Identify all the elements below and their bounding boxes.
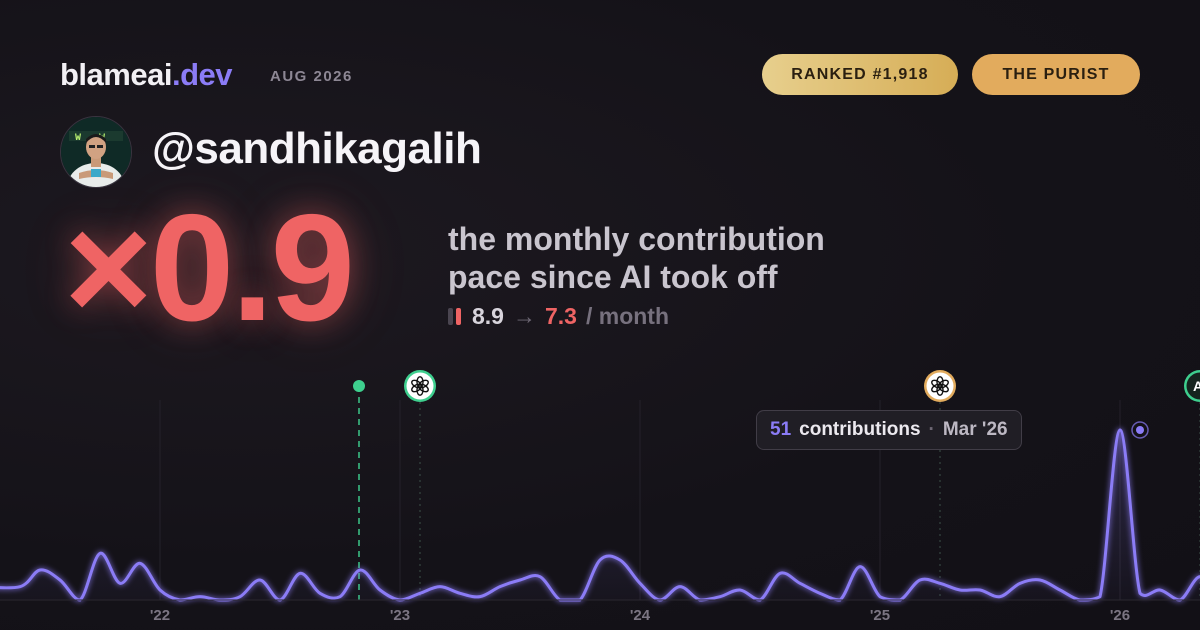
tooltip-separator: ·	[928, 419, 935, 440]
openai-icon[interactable]	[404, 370, 436, 402]
mini-bars-icon	[448, 308, 461, 325]
pace-comparison: 8.9 → 7.3 / month	[448, 303, 669, 330]
pace-unit: / month	[585, 303, 670, 329]
x-tick-label: '25	[870, 607, 890, 624]
report-date: AUG 2026	[270, 68, 353, 85]
highlight-point[interactable]	[1136, 426, 1144, 434]
ai-takeoff-dot	[353, 380, 365, 392]
x-tick-label: '23	[390, 607, 410, 624]
contribution-area	[0, 429, 1200, 600]
tooltip-label: contributions	[799, 419, 921, 440]
x-tick-label: '22	[150, 607, 170, 624]
headline-line-1: the monthly contribution	[448, 221, 825, 257]
x-tick-label: '26	[1110, 607, 1130, 624]
brand-name: blameai	[60, 57, 172, 92]
anthropic-icon[interactable]: A\	[1184, 370, 1200, 402]
anthropic-label: A\	[1193, 378, 1200, 394]
brand-tld: .dev	[171, 57, 233, 92]
username: @sandhikagalih	[152, 124, 482, 173]
pace-before: 8.9	[472, 303, 504, 329]
contribution-chart: A\ '22 '23 '24 '25 '26	[0, 370, 1200, 624]
pace-after: 7.3	[544, 303, 577, 329]
rank-badge: RANKED #1,918	[762, 54, 958, 95]
headline-line-2: pace since AI took off	[448, 259, 778, 295]
avatar: W · W	[60, 116, 132, 188]
chart-tooltip: 51 contributions · Mar '26	[756, 410, 1022, 450]
persona-badge: THE PURIST	[972, 54, 1140, 95]
tooltip-value: 51	[770, 419, 792, 440]
tooltip-month: Mar '26	[942, 419, 1008, 440]
x-tick-label: '24	[630, 607, 651, 624]
brand-logo[interactable]: blameai.dev	[60, 57, 232, 93]
openai-icon[interactable]	[924, 370, 956, 402]
arrow-right-icon: →	[512, 303, 536, 329]
headline-description: the monthly contribution pace since AI t…	[448, 220, 825, 296]
pace-multiplier: ×0.9	[64, 183, 355, 353]
